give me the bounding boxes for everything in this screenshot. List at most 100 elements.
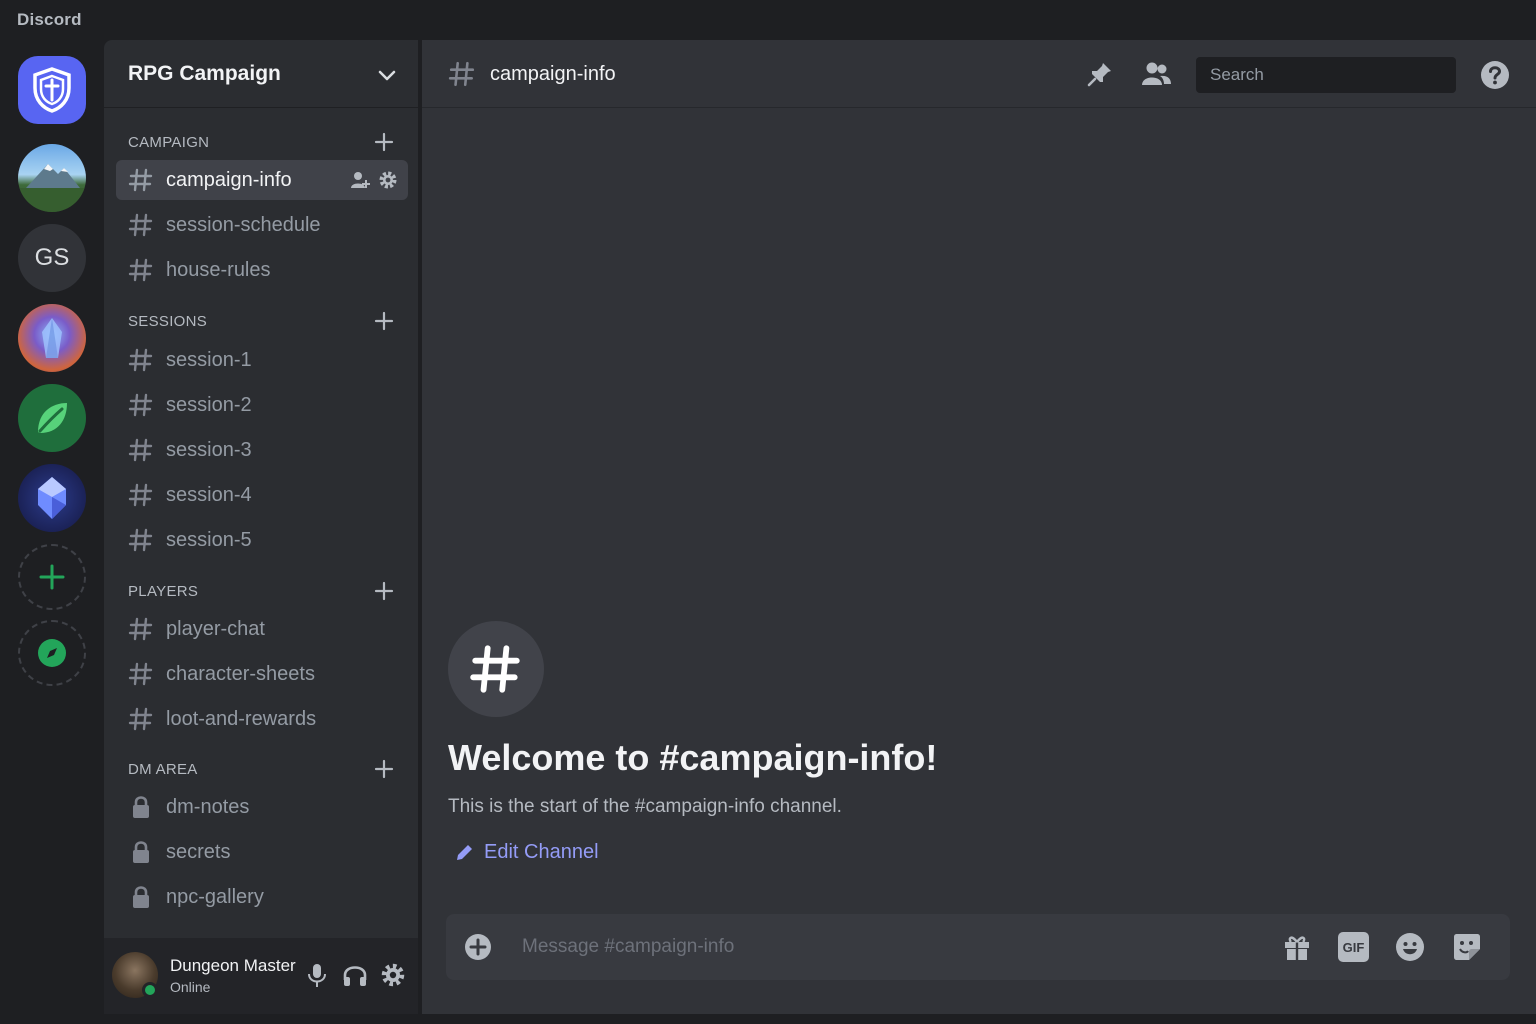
welcome-title: Welcome to #campaign-info! xyxy=(448,737,938,778)
category-players[interactable]: PLAYERS xyxy=(128,581,404,601)
channel-session-4[interactable]: session-4 xyxy=(116,475,408,515)
server-rpg-campaign[interactable] xyxy=(18,56,86,124)
channel-session-2[interactable]: session-2 xyxy=(116,385,408,425)
gem-icon xyxy=(38,477,66,519)
user-status: Online xyxy=(170,979,211,995)
channel-house-rules[interactable]: house-rules xyxy=(116,250,408,290)
channel-campaign-info[interactable]: campaign-info xyxy=(116,160,408,200)
channel-label: session-2 xyxy=(166,394,252,416)
server-gs[interactable]: GS xyxy=(18,224,86,292)
explore-servers-button[interactable] xyxy=(18,620,86,686)
gear-icon[interactable] xyxy=(378,170,398,190)
channel-sidebar: RPG Campaign CAMPAIGN campaign-info sess… xyxy=(104,40,418,1014)
channel-label: npc-gallery xyxy=(166,886,264,908)
hashtag-icon xyxy=(128,662,153,686)
hashtag-icon xyxy=(128,528,153,552)
create-channel-plus-icon[interactable] xyxy=(374,311,394,331)
discord-app: Discord GS RPG Campaign CAMPAIGN campaig… xyxy=(0,0,1536,1024)
channel-header: campaign-info xyxy=(422,40,1536,108)
add-attachment-icon[interactable] xyxy=(464,933,492,961)
hashtag-icon xyxy=(128,213,153,237)
search-input[interactable] xyxy=(1196,57,1456,93)
channel-label: session-5 xyxy=(166,529,252,551)
hashtag-icon xyxy=(128,483,153,507)
user-panel: Dungeon Master Online xyxy=(104,938,418,1014)
channel-session-schedule[interactable]: session-schedule xyxy=(116,205,408,245)
welcome-subtitle: This is the start of the #campaign-info … xyxy=(448,796,842,817)
edit-channel-label: Edit Channel xyxy=(484,841,599,863)
channel-loot-and-rewards[interactable]: loot-and-rewards xyxy=(116,699,408,739)
category-label: SESSIONS xyxy=(128,313,208,330)
channel-session-3[interactable]: session-3 xyxy=(116,430,408,470)
help-icon[interactable] xyxy=(1480,60,1510,90)
invite-member-icon[interactable] xyxy=(350,170,370,190)
chat-area: campaign-info Welcome to #campaign-info!… xyxy=(422,40,1536,1014)
lock-icon xyxy=(133,886,149,908)
mountain-icon xyxy=(18,164,86,212)
channel-npc-gallery[interactable]: npc-gallery xyxy=(116,877,408,917)
server-mountain[interactable] xyxy=(18,144,86,212)
sticker-icon[interactable] xyxy=(1452,932,1482,962)
channel-label: house-rules xyxy=(166,259,271,281)
channel-label: secrets xyxy=(166,841,231,863)
title-bar: Discord xyxy=(0,0,1536,40)
user-settings-gear-icon[interactable] xyxy=(380,962,406,988)
channel-character-sheets[interactable]: character-sheets xyxy=(116,654,408,694)
channel-session-1[interactable]: session-1 xyxy=(116,340,408,380)
edit-channel-link[interactable]: Edit Channel xyxy=(454,841,599,864)
member-list-icon[interactable] xyxy=(1140,60,1172,88)
channel-player-chat[interactable]: player-chat xyxy=(116,609,408,649)
lock-icon xyxy=(133,841,149,863)
category-label: CAMPAIGN xyxy=(128,134,210,151)
category-label: DM AREA xyxy=(128,761,198,778)
category-label: PLAYERS xyxy=(128,583,199,600)
hashtag-icon xyxy=(448,61,475,87)
create-channel-plus-icon[interactable] xyxy=(374,759,394,779)
channel-label: loot-and-rewards xyxy=(166,708,317,730)
channel-label: session-schedule xyxy=(166,214,321,236)
channel-title: campaign-info xyxy=(490,63,616,85)
category-sessions[interactable]: SESSIONS xyxy=(128,311,404,331)
channel-session-5[interactable]: session-5 xyxy=(116,520,408,560)
hashtag-icon xyxy=(128,617,153,641)
server-leaf[interactable] xyxy=(18,384,86,452)
channel-label: character-sheets xyxy=(166,663,315,685)
hashtag-icon xyxy=(128,393,153,417)
channel-label: campaign-info xyxy=(166,169,292,191)
emoji-icon[interactable] xyxy=(1395,932,1425,962)
pencil-icon xyxy=(457,844,472,860)
category-dm-area[interactable]: DM AREA xyxy=(128,759,404,779)
hashtag-icon xyxy=(128,348,153,372)
create-channel-plus-icon[interactable] xyxy=(374,581,394,601)
microphone-icon[interactable] xyxy=(306,962,328,988)
server-crystal-art[interactable] xyxy=(18,304,86,372)
create-channel-plus-icon[interactable] xyxy=(374,132,394,152)
online-status-indicator xyxy=(142,982,158,998)
server-initials: GS xyxy=(34,244,70,271)
message-composer: GIF xyxy=(446,914,1510,980)
plus-icon xyxy=(39,564,65,590)
gift-icon[interactable] xyxy=(1282,932,1312,962)
pin-icon[interactable] xyxy=(1086,60,1114,88)
gif-button[interactable]: GIF xyxy=(1338,932,1369,962)
add-server-button[interactable] xyxy=(18,544,86,610)
server-header[interactable]: RPG Campaign xyxy=(104,40,418,108)
chevron-down-icon xyxy=(378,70,396,81)
channel-label: player-chat xyxy=(166,618,265,640)
gif-label: GIF xyxy=(1342,939,1365,955)
shield-icon xyxy=(33,67,71,113)
category-campaign[interactable]: CAMPAIGN xyxy=(128,132,404,152)
headphones-icon[interactable] xyxy=(342,962,368,988)
hashtag-icon xyxy=(470,645,520,693)
server-rail: GS xyxy=(0,40,104,1024)
channel-label: dm-notes xyxy=(166,796,250,818)
crystal-icon xyxy=(42,318,62,358)
channel-dm-notes[interactable]: dm-notes xyxy=(116,787,408,827)
message-input[interactable] xyxy=(522,928,1262,966)
channel-label: session-3 xyxy=(166,439,252,461)
channel-label: session-1 xyxy=(166,349,252,371)
channel-secrets[interactable]: secrets xyxy=(116,832,408,872)
server-name: RPG Campaign xyxy=(128,62,281,85)
server-gem[interactable] xyxy=(18,464,86,532)
hashtag-icon xyxy=(128,707,153,731)
